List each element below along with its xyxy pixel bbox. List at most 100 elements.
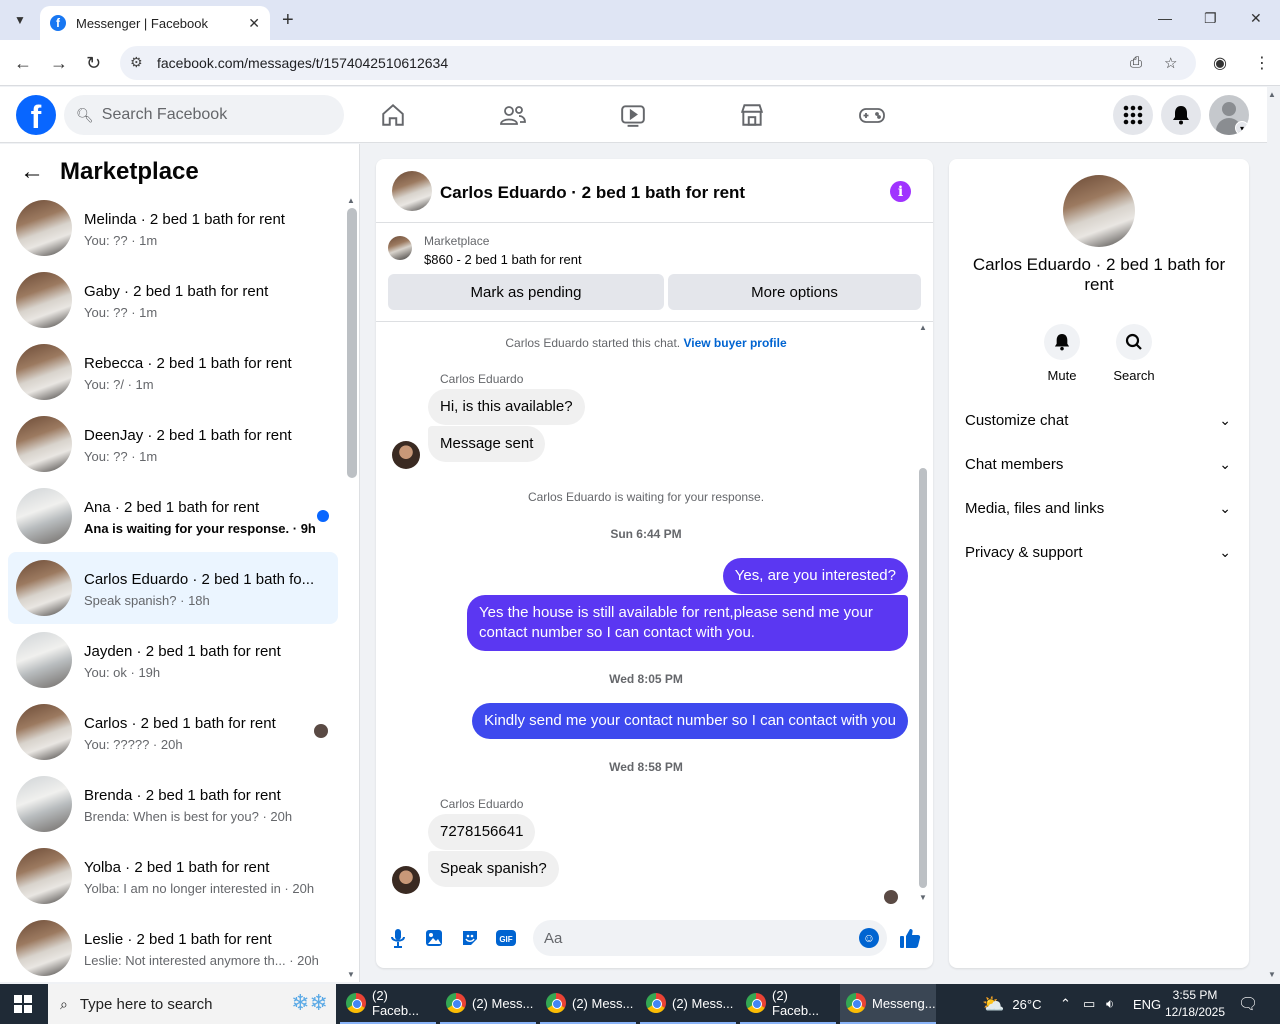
sticker-icon[interactable] (458, 926, 482, 950)
menu-dots-icon[interactable]: ⋮ (1254, 53, 1270, 73)
thumbs-up-icon[interactable] (898, 926, 922, 950)
volume-icon[interactable]: 🔉︎ (1106, 984, 1114, 1024)
message-bubble-outgoing[interactable]: Yes, are you interested? (722, 558, 908, 594)
conversation-item[interactable]: Yolba · 2 bed 1 bath for rent Yolba: I am… (8, 840, 338, 912)
sender-avatar[interactable] (392, 441, 420, 469)
section-label: Privacy & support (965, 543, 1083, 561)
facebook-search-input[interactable]: 🔍︎ Search Facebook (64, 95, 344, 135)
chat-scrollbar[interactable] (919, 468, 927, 888)
photo-icon[interactable] (422, 926, 446, 950)
search-action[interactable]: Search (1104, 324, 1164, 383)
conversation-item[interactable]: Jayden · 2 bed 1 bath for rent You: ok · … (8, 624, 338, 696)
weather-widget[interactable]: ⛅ 26°C (982, 984, 1041, 1024)
clock[interactable]: 3:55 PM 12/18/2025 (1160, 987, 1230, 1021)
search-icon[interactable] (1116, 324, 1152, 360)
tab-search-menu-icon[interactable]: ▼ (8, 8, 32, 32)
chat-title[interactable]: Carlos Eduardo · 2 bed 1 bath for rent (440, 183, 745, 203)
friends-icon[interactable] (499, 101, 527, 129)
listing-price[interactable]: $860 - 2 bed 1 bath for rent (424, 252, 582, 267)
taskbar-chrome-window[interactable]: (2) Mess... (540, 984, 636, 1024)
conversation-item[interactable]: DeenJay · 2 bed 1 bath for rent You: ?? ·… (8, 408, 338, 480)
mute-action[interactable]: Mute (1032, 324, 1092, 383)
sender-avatar[interactable] (392, 866, 420, 894)
emoji-icon[interactable]: ☺ (859, 928, 879, 948)
conversation-item[interactable]: Brenda · 2 bed 1 bath for rent Brenda: Wh… (8, 768, 338, 840)
taskbar-search-input[interactable]: ⌕ Type here to search ❄❄ (48, 984, 336, 1024)
new-tab-icon[interactable]: + (282, 9, 294, 32)
message-bubble-incoming[interactable]: Message sent (428, 426, 546, 462)
conversation-item[interactable]: Carlos Eduardo · 2 bed 1 bath fo... Speak… (8, 552, 338, 624)
sidebar-scroll-down-icon[interactable]: ▼ (347, 970, 355, 979)
chat-scroll-down-icon[interactable]: ▼ (919, 893, 927, 902)
taskbar-chrome-window[interactable]: (2) Faceb... (740, 984, 836, 1024)
unread-dot (317, 510, 329, 522)
message-bubble-outgoing[interactable]: Kindly send me your contact number so I … (472, 703, 908, 739)
home-icon[interactable] (379, 101, 407, 129)
minimize-icon[interactable]: — (1158, 10, 1172, 26)
info-icon[interactable]: i (890, 181, 911, 202)
message-bubble-incoming[interactable]: 7278156641 (428, 814, 536, 850)
video-icon[interactable] (619, 101, 647, 129)
install-app-icon[interactable]: ⎙ (1130, 54, 1142, 71)
media-files-links-section[interactable]: Media, files and links ⌄ (965, 486, 1233, 530)
windows-start-icon[interactable] (14, 995, 32, 1013)
message-bubble-outgoing[interactable]: Yes the house is still available for ren… (467, 595, 908, 651)
reload-icon[interactable]: ↻ (86, 53, 101, 74)
gaming-icon[interactable] (858, 101, 886, 129)
facebook-logo-icon[interactable]: f (16, 95, 56, 135)
address-bar[interactable]: ⚙ facebook.com/messages/t/15740425106126… (120, 46, 1196, 80)
chat-members-section[interactable]: Chat members ⌄ (965, 442, 1233, 486)
page-scroll-down-icon[interactable]: ▼ (1268, 970, 1276, 979)
conversation-item[interactable]: Melinda · 2 bed 1 bath for rent You: ?? ·… (8, 192, 338, 264)
customize-chat-section[interactable]: Customize chat ⌄ (965, 398, 1233, 442)
message-bubble-incoming[interactable]: Speak spanish? (428, 851, 559, 887)
close-window-icon[interactable]: ✕ (1250, 10, 1262, 27)
notifications-bell-icon[interactable] (1161, 95, 1201, 135)
marketplace-icon[interactable] (738, 101, 766, 129)
account-avatar[interactable]: ▾ (1209, 95, 1249, 135)
tray-chevron-icon[interactable]: ⌃ (1060, 984, 1071, 1024)
chevron-down-icon: ⌄ (1219, 455, 1231, 472)
sidebar-scrollbar[interactable] (347, 208, 357, 478)
view-buyer-profile-link[interactable]: View buyer profile (683, 336, 786, 350)
back-icon[interactable]: ← (14, 53, 32, 74)
sidebar-scroll-up-icon[interactable]: ▲ (347, 196, 355, 205)
conversation-item[interactable]: Leslie · 2 bed 1 bath for rent Leslie: No… (8, 912, 338, 982)
close-tab-icon[interactable]: ✕ (248, 15, 260, 32)
language-indicator[interactable]: ENG (1133, 984, 1161, 1024)
message-input[interactable]: Aa ☺ (533, 920, 887, 956)
taskbar-chrome-window[interactable]: (2) Faceb... (340, 984, 436, 1024)
bell-icon[interactable] (1044, 324, 1080, 360)
restore-icon[interactable]: ❐ (1204, 10, 1217, 27)
chat-scroll-up-icon[interactable]: ▲ (919, 323, 927, 332)
taskbar-chrome-window[interactable]: (2) Mess... (640, 984, 736, 1024)
forward-icon[interactable]: → (50, 53, 68, 74)
profile-icon[interactable]: ◉ (1213, 53, 1227, 73)
contact-avatar[interactable] (1063, 175, 1135, 247)
url-text[interactable]: facebook.com/messages/t/1574042510612634 (157, 55, 448, 71)
conversation-item[interactable]: Carlos · 2 bed 1 bath for rent You: ?????… (8, 696, 338, 768)
back-arrow-icon[interactable]: ← (20, 158, 44, 186)
message-bubble-incoming[interactable]: Hi, is this available? (428, 389, 585, 425)
microphone-icon[interactable] (386, 926, 410, 950)
browser-tab[interactable]: f Messenger | Facebook ✕ (40, 6, 270, 40)
conversation-item[interactable]: Ana · 2 bed 1 bath for rent Ana is waitin… (8, 480, 338, 552)
conversation-name: Yolba · 2 bed 1 bath for rent (84, 859, 270, 876)
chat-avatar[interactable] (392, 171, 432, 211)
notification-center-icon[interactable]: 🗨︎ (1238, 984, 1258, 1024)
conversation-item[interactable]: Rebecca · 2 bed 1 bath for rent You: ?/ ·… (8, 336, 338, 408)
gif-icon[interactable]: GIF (494, 926, 518, 950)
listing-thumbnail[interactable] (388, 236, 412, 260)
taskbar-chrome-window[interactable]: (2) Mess... (440, 984, 536, 1024)
more-options-button[interactable]: More options (668, 274, 921, 310)
site-info-icon[interactable]: ⚙ (130, 54, 143, 71)
page-scroll-up-icon[interactable]: ▲ (1268, 90, 1276, 99)
taskbar-chrome-window[interactable]: Messeng... (840, 984, 936, 1024)
bookmark-star-icon[interactable]: ☆ (1164, 54, 1177, 72)
privacy-support-section[interactable]: Privacy & support ⌄ (965, 530, 1233, 574)
menu-grid-icon[interactable] (1113, 95, 1153, 135)
mark-as-pending-button[interactable]: Mark as pending (388, 274, 664, 310)
network-icon[interactable]: ▭ (1083, 984, 1095, 1024)
conversation-thumbnail (16, 704, 72, 760)
conversation-item[interactable]: Gaby · 2 bed 1 bath for rent You: ?? · 1m (8, 264, 338, 336)
